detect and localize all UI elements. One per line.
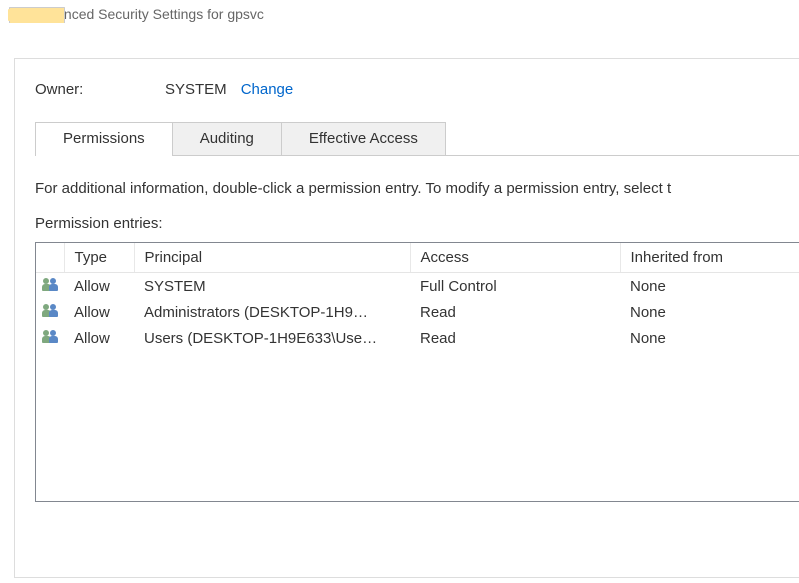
column-header-type[interactable]: Type [64, 243, 134, 273]
title-bar: Advanced Security Settings for gpsvc [0, 0, 799, 28]
column-header-inherited[interactable]: Inherited from [620, 243, 799, 273]
change-owner-link[interactable]: Change [241, 81, 294, 98]
owner-row: Owner: SYSTEM Change [35, 81, 799, 98]
cell-inherited: None [620, 273, 799, 300]
main-panel: Owner: SYSTEM Change Permissions Auditin… [14, 58, 799, 578]
cell-principal: Users (DESKTOP-1H9E633\Use… [134, 325, 410, 351]
folder-icon [8, 7, 24, 21]
tab-auditing[interactable]: Auditing [172, 122, 282, 155]
cell-access: Full Control [410, 273, 620, 300]
window-title: Advanced Security Settings for gpsvc [32, 6, 264, 22]
tab-effective-access[interactable]: Effective Access [281, 122, 446, 155]
cell-inherited: None [620, 325, 799, 351]
table-header-row: Type Principal Access Inherited from [36, 243, 799, 273]
tabs: Permissions Auditing Effective Access [35, 122, 799, 155]
cell-type: Allow [64, 299, 134, 325]
table-row[interactable]: AllowAdministrators (DESKTOP-1H9…ReadNon… [36, 299, 799, 325]
entries-label: Permission entries: [35, 215, 799, 232]
owner-value: SYSTEM [165, 81, 227, 98]
column-header-icon[interactable] [36, 243, 64, 273]
tab-permissions[interactable]: Permissions [35, 122, 173, 156]
info-text: For additional information, double-click… [35, 180, 799, 197]
table-row[interactable]: AllowSYSTEMFull ControlNone [36, 273, 799, 300]
permission-entries-list[interactable]: Type Principal Access Inherited from All… [35, 242, 799, 502]
column-header-principal[interactable]: Principal [134, 243, 410, 273]
cell-type: Allow [64, 325, 134, 351]
cell-principal: SYSTEM [134, 273, 410, 300]
users-group-icon [36, 273, 64, 300]
cell-inherited: None [620, 299, 799, 325]
cell-type: Allow [64, 273, 134, 300]
table-row[interactable]: AllowUsers (DESKTOP-1H9E633\Use…ReadNone [36, 325, 799, 351]
cell-principal: Administrators (DESKTOP-1H9… [134, 299, 410, 325]
cell-access: Read [410, 325, 620, 351]
owner-label: Owner: [35, 81, 165, 98]
cell-access: Read [410, 299, 620, 325]
users-group-icon [36, 299, 64, 325]
users-group-icon [36, 325, 64, 351]
column-header-access[interactable]: Access [410, 243, 620, 273]
